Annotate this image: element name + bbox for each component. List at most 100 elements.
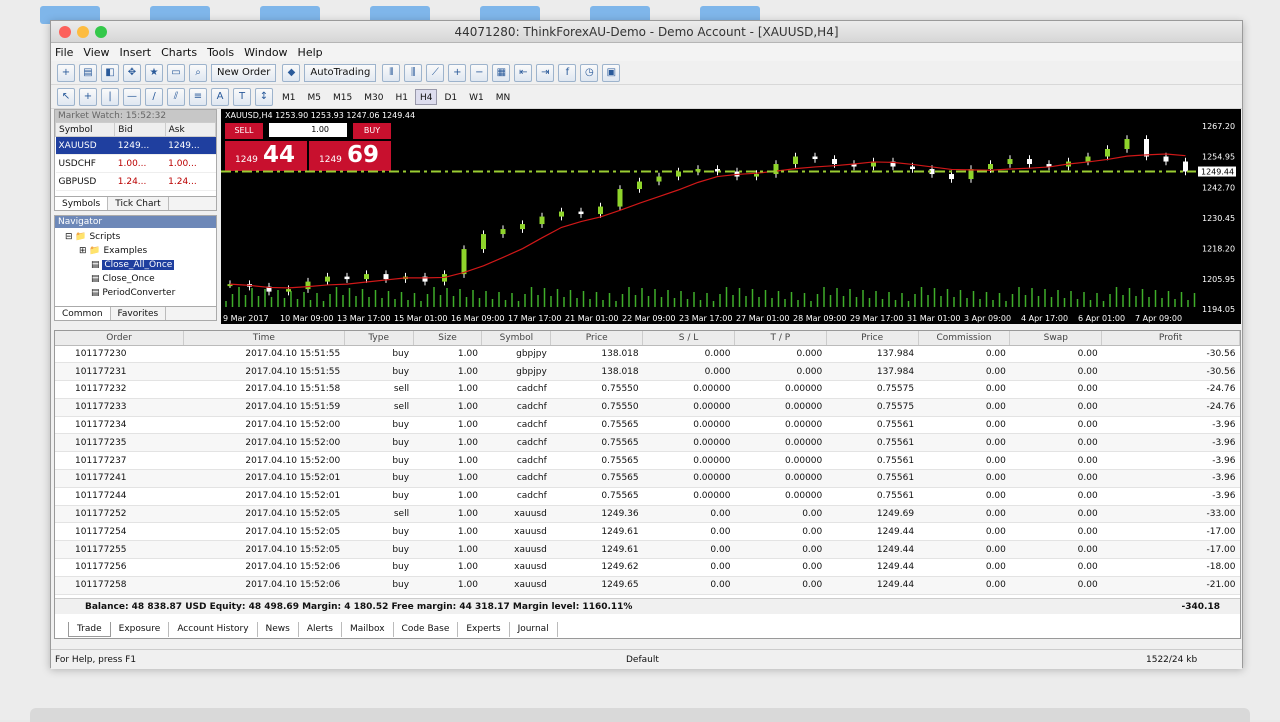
tab-journal[interactable]: Journal [510,622,558,637]
favorites-icon[interactable]: ★ [145,63,163,82]
tab-experts[interactable]: Experts [458,622,510,637]
label-icon[interactable]: T [233,87,251,106]
maximize-icon[interactable] [95,26,107,38]
table-row[interactable]: 101177234 2017.04.10 15:52:00 buy 1.00 cadch… [55,416,1240,435]
tab-common[interactable]: Common [55,307,111,320]
tab-mailbox[interactable]: Mailbox [342,622,394,637]
column-header[interactable]: Price [826,331,919,346]
timeframe-h1[interactable]: H1 [390,89,413,105]
column-header[interactable]: Price [550,331,644,346]
menu-tools[interactable]: Tools [207,46,234,59]
menu-view[interactable]: View [83,46,109,59]
menu-window[interactable]: Window [244,46,287,59]
symbol-row[interactable]: GBPUSD 1.24... 1.24... [55,172,216,191]
zoom-in-icon[interactable]: + [448,63,467,82]
periods-icon[interactable]: ◷ [580,63,599,82]
timeframe-h4[interactable]: H4 [414,88,438,105]
metaeditor-icon[interactable]: ◆ [282,63,301,82]
column-header[interactable]: Symbol [481,331,552,346]
channel-icon[interactable]: ⫽ [167,87,185,106]
tree-item-scripts[interactable]: ⊟ 📁 Scripts [65,230,216,244]
table-row[interactable]: 101177244 2017.04.10 15:52:01 buy 1.00 cadch… [55,487,1240,506]
minimize-icon[interactable] [77,26,89,38]
table-row[interactable]: 101177237 2017.04.10 15:52:00 buy 1.00 cadch… [55,451,1240,471]
autotrading-button[interactable]: AutoTrading [304,63,377,82]
column-header[interactable]: Bid [114,122,166,137]
menu-insert[interactable]: Insert [120,46,152,59]
table-row[interactable]: 101177258 2017.04.10 15:52:06 buy 1.00 xauus… [55,576,1240,595]
tab-favorites[interactable]: Favorites [111,307,167,320]
table-row[interactable]: 101177254 2017.04.10 15:52:05 buy 1.00 xauus… [55,522,1240,542]
candlestick-icon[interactable]: ⫼ [404,63,423,82]
column-header[interactable]: Type [344,331,414,346]
tree-item-close-once[interactable]: ▤ Close_Once [65,272,216,286]
tester-icon[interactable]: ⌕ [189,63,207,82]
navigator-icon[interactable]: ✥ [123,63,141,82]
timeframe-m1[interactable]: M1 [277,89,301,105]
tab-code-base[interactable]: Code Base [394,622,459,637]
menu-help[interactable]: Help [298,46,323,59]
tree-item-close-all-once[interactable]: ▤ Close_All_Once [65,258,216,272]
autoscroll-icon[interactable]: ⇤ [514,63,533,82]
timeframe-m15[interactable]: M15 [328,89,357,105]
tree-item-period-converter[interactable]: ▤ PeriodConverter [65,286,216,300]
zoom-out-icon[interactable]: − [470,63,489,82]
menu-charts[interactable]: Charts [161,46,197,59]
table-row[interactable]: 101177241 2017.04.10 15:52:01 buy 1.00 cadch… [55,469,1240,488]
timeframe-m5[interactable]: M5 [303,89,327,105]
column-header[interactable]: Swap [1009,331,1103,346]
tile-icon[interactable]: ▦ [492,63,511,82]
trendline-icon[interactable]: / [145,87,163,106]
timeframe-mn[interactable]: MN [491,89,516,105]
column-header[interactable]: T / P [734,331,827,346]
crosshair-icon[interactable]: + [79,87,97,106]
horizontal-line-icon[interactable]: — [123,87,141,106]
terminal-icon[interactable]: ▭ [167,63,185,82]
tab-trade[interactable]: Trade [68,622,111,637]
templates-icon[interactable]: ▣ [602,63,621,82]
timeframe-m30[interactable]: M30 [359,89,388,105]
tab-account-history[interactable]: Account History [169,622,258,637]
table-row[interactable]: 101177233 2017.04.10 15:51:59 sell 1.00 cadc… [55,398,1240,417]
timeframe-d1[interactable]: D1 [439,89,462,105]
new-chart-icon[interactable]: + [57,63,75,82]
tree-item-examples[interactable]: ⊞ 📁 Examples [65,244,216,258]
market-watch-icon[interactable]: ◧ [101,63,119,82]
symbol-row[interactable]: USDCHF 1.00... 1.00... [55,154,216,173]
fibonacci-icon[interactable]: ≡ [189,87,207,106]
table-row[interactable]: 101177231 2017.04.10 15:51:55 buy 1.00 gbpjp… [55,362,1240,382]
table-row[interactable]: 101177235 2017.04.10 15:52:00 buy 1.00 cadch… [55,433,1240,453]
vertical-line-icon[interactable]: | [101,87,119,106]
new-order-button[interactable]: New Order [211,63,277,82]
column-header[interactable]: Symbol [54,122,116,137]
bar-chart-icon[interactable]: ⫴ [382,63,401,82]
tab-news[interactable]: News [258,622,299,637]
table-row[interactable]: 101177232 2017.04.10 15:51:58 sell 1.00 cadc… [55,380,1240,399]
close-icon[interactable] [59,26,71,38]
timeframe-w1[interactable]: W1 [464,89,489,105]
tab-tick-chart[interactable]: Tick Chart [108,197,169,210]
text-icon[interactable]: A [211,87,229,106]
symbol-row[interactable]: XAUUSD 1249... 1249... [55,136,216,155]
tab-alerts[interactable]: Alerts [299,622,342,637]
column-header[interactable]: Ask [164,122,217,137]
column-header[interactable]: Commission [918,331,1011,346]
tab-exposure[interactable]: Exposure [111,622,170,637]
column-header[interactable]: S / L [642,331,735,346]
indicators-icon[interactable]: f [558,63,577,82]
column-header[interactable]: Size [413,331,483,346]
cursor-icon[interactable]: ↖ [57,87,75,106]
table-row[interactable]: 101177255 2017.04.10 15:52:05 buy 1.00 xauus… [55,540,1240,560]
arrows-icon[interactable]: ↕ [255,87,273,106]
line-chart-icon[interactable]: ⟋ [426,63,445,82]
column-header[interactable]: Order [55,331,185,346]
price-chart[interactable]: XAUUSD,H4 1253.90 1253.93 1247.06 1249.4… [221,109,1241,324]
chart-shift-icon[interactable]: ⇥ [536,63,555,82]
table-row[interactable]: 101177252 2017.04.10 15:52:05 sell 1.00 xauu… [55,505,1240,524]
menu-file[interactable]: File [55,46,73,59]
column-header[interactable]: Profit [1101,331,1240,346]
table-row[interactable]: 101177256 2017.04.10 15:52:06 buy 1.00 xauus… [55,558,1240,577]
column-header[interactable]: Time [183,331,345,346]
tab-symbols[interactable]: Symbols [55,197,109,210]
profiles-icon[interactable]: ▤ [79,63,97,82]
